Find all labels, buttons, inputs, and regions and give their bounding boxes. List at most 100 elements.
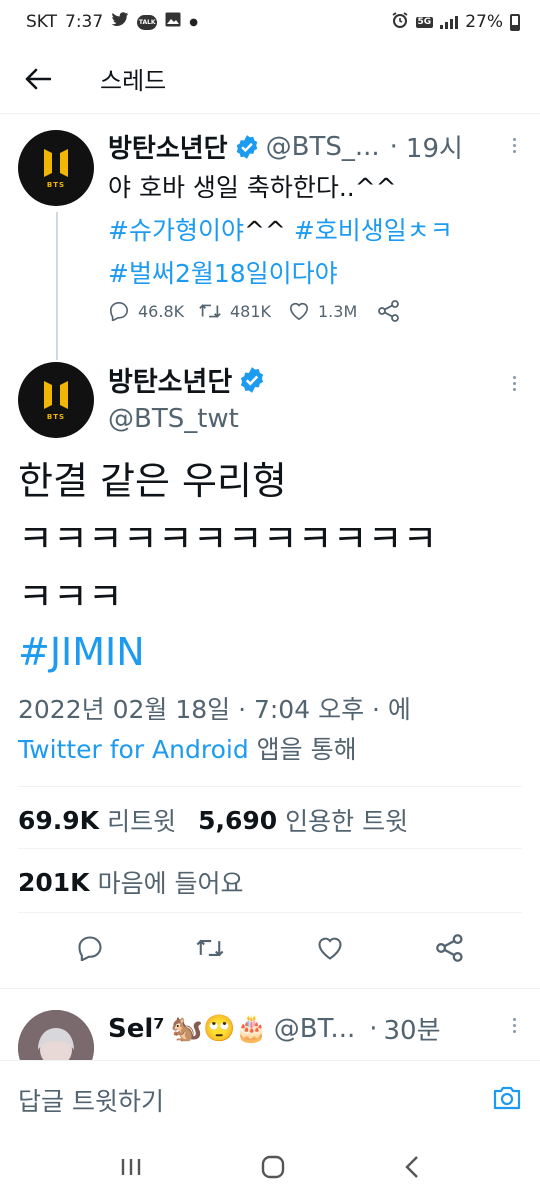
chevron-left-icon (405, 1156, 419, 1178)
carrier-label: SKT (26, 12, 58, 32)
retweet-count[interactable]: 69.9K (18, 806, 99, 835)
talk-badge-icon: TALK (137, 14, 158, 30)
hashtag-link[interactable]: #호비생일ㅊㅋ (294, 216, 453, 245)
reply-tweet-header: Sel⁷ 🐿️🙄🎂 @BT... · 30분 (108, 1010, 518, 1047)
retweet-label[interactable]: 리트윗 (107, 802, 176, 838)
divider (18, 848, 522, 849)
source-suffix: 앱을 통해 (256, 735, 357, 764)
gallery-icon (165, 12, 181, 32)
author-name[interactable]: 방탄소년단 (108, 128, 228, 165)
alarm-icon (391, 11, 409, 34)
tweet-text: 한결 같은 우리형 ㅋㅋㅋㅋㅋㅋㅋㅋㅋㅋㅋㅋ ㅋㅋㅋ (18, 452, 528, 626)
tweet-text: 야 호바 생일 축하한다..^^ #슈가형이야^^ #호비생일ㅊㅋ #벌써2월1… (108, 166, 508, 295)
hashtag-link[interactable]: #JIMIN (18, 630, 145, 674)
home-button[interactable] (261, 1155, 285, 1183)
like-count: 1.3M (318, 301, 358, 321)
camera-button[interactable] (492, 1085, 522, 1115)
share-button[interactable] (378, 300, 468, 322)
reply-count: 46.8K (138, 301, 185, 321)
retweet-icon (199, 304, 221, 318)
like-stats-row: 201K 마음에 들어요 (18, 864, 244, 900)
tweet-time[interactable]: 30분 (384, 1010, 441, 1047)
tweet-timestamp[interactable]: 2022년 02월 18일 · 7:04 오후 · 에 (18, 690, 528, 730)
tweet-time[interactable]: 19시 (406, 128, 463, 165)
back-arrow-icon (25, 68, 51, 89)
bts-logo-icon (44, 380, 68, 409)
more-options-icon[interactable] (508, 376, 520, 391)
battery-icon (510, 13, 520, 31)
author-handle[interactable]: @BTS_twt (108, 404, 239, 434)
hashtag-suffix: ^^ (243, 216, 286, 245)
like-count[interactable]: 201K (18, 868, 90, 897)
more-options-icon[interactable] (508, 1018, 520, 1033)
hashtag-line: #슈가형이야^^ #호비생일ㅊㅋ (108, 209, 508, 252)
like-label[interactable]: 마음에 들어요 (98, 864, 244, 900)
retweet-count: 481K (230, 301, 272, 321)
thread-connector-line (56, 212, 58, 360)
system-navigation-bar (0, 1138, 540, 1200)
author-handle[interactable]: @BT... (274, 1014, 355, 1044)
like-button[interactable] (300, 935, 360, 961)
verified-badge-icon (241, 366, 264, 393)
avatar[interactable]: BTS (18, 130, 94, 206)
like-button[interactable]: 1.3M (288, 301, 378, 321)
reply-icon (109, 302, 129, 321)
more-options-icon[interactable] (508, 138, 520, 153)
system-back-button[interactable] (404, 1155, 420, 1183)
verified-badge-icon (236, 134, 257, 159)
avatar[interactable]: BTS (18, 362, 94, 438)
share-icon (378, 300, 399, 322)
status-bar: SKT 7:37 TALK ● 5G 27% (0, 0, 540, 44)
source-app-link[interactable]: Twitter for Android (18, 735, 249, 764)
clock: 7:37 (65, 12, 104, 32)
top-app-bar: 스레드 (0, 44, 540, 114)
author-name[interactable]: Sel⁷ (108, 1014, 165, 1044)
tweet-text-line: ㅋㅋㅋㅋㅋㅋㅋㅋㅋㅋㅋㅋ (18, 517, 438, 561)
time-separator: · (369, 1013, 378, 1044)
author-name[interactable]: 방탄소년단 (108, 360, 232, 399)
quote-label[interactable]: 인용한 트윗 (285, 802, 408, 838)
hashtag-link[interactable]: #벌써2월18일이다야 (108, 252, 508, 295)
tweet-header: 방탄소년단 @BTS_... · 19시 (108, 128, 508, 165)
reply-icon (78, 936, 102, 961)
retweet-button[interactable] (180, 936, 240, 960)
quote-count[interactable]: 5,690 (198, 806, 277, 835)
retweet-icon (196, 939, 224, 957)
time-separator: · (389, 131, 398, 162)
share-button[interactable] (420, 934, 480, 962)
bts-logo-icon (44, 148, 68, 177)
page-title: 스레드 (100, 67, 167, 95)
recent-apps-button[interactable] (120, 1156, 142, 1182)
name-emojis: 🐿️🙄🎂 (170, 1013, 268, 1044)
tweet-text-line: 야 호바 생일 축하한다..^^ (108, 173, 397, 202)
recent-apps-icon (121, 1159, 140, 1175)
battery-percent: 27% (465, 12, 503, 32)
signal-icon (440, 15, 459, 29)
tweet-metadata: 2022년 02월 18일 · 7:04 오후 · 에 Twitter for … (18, 690, 528, 770)
back-button[interactable] (0, 44, 78, 114)
reply-composer-bar[interactable]: 답글 트윗하기 (0, 1060, 540, 1138)
share-icon (436, 934, 463, 962)
camera-icon (493, 1086, 521, 1109)
reply-button[interactable] (60, 935, 120, 961)
reply-input[interactable]: 답글 트윗하기 (18, 1082, 164, 1118)
network-type-icon: 5G (415, 16, 434, 28)
notification-dot-icon: ● (189, 16, 198, 28)
author-name-row: 방탄소년단 (108, 360, 272, 399)
divider (18, 786, 522, 787)
tweet-text-line: ㅋㅋㅋ (18, 575, 123, 619)
heart-icon (318, 937, 342, 960)
divider (0, 988, 540, 989)
author-handle[interactable]: @BTS_... (266, 132, 380, 162)
home-icon (261, 1155, 285, 1179)
tweet-text-line: 한결 같은 우리형 (18, 459, 287, 503)
reply-button[interactable]: 46.8K (108, 301, 198, 321)
heart-icon (289, 302, 309, 321)
main-tweet-action-bar (0, 918, 540, 978)
twitter-bird-icon (111, 12, 129, 32)
tweet-action-bar: 46.8K 481K 1.3M (108, 300, 468, 322)
divider (18, 912, 522, 913)
hashtag-link[interactable]: #슈가형이야 (108, 216, 244, 245)
retweet-button[interactable]: 481K (198, 301, 288, 321)
retweet-stats-row: 69.9K 리트윗 5,690 인용한 트윗 (18, 802, 408, 838)
